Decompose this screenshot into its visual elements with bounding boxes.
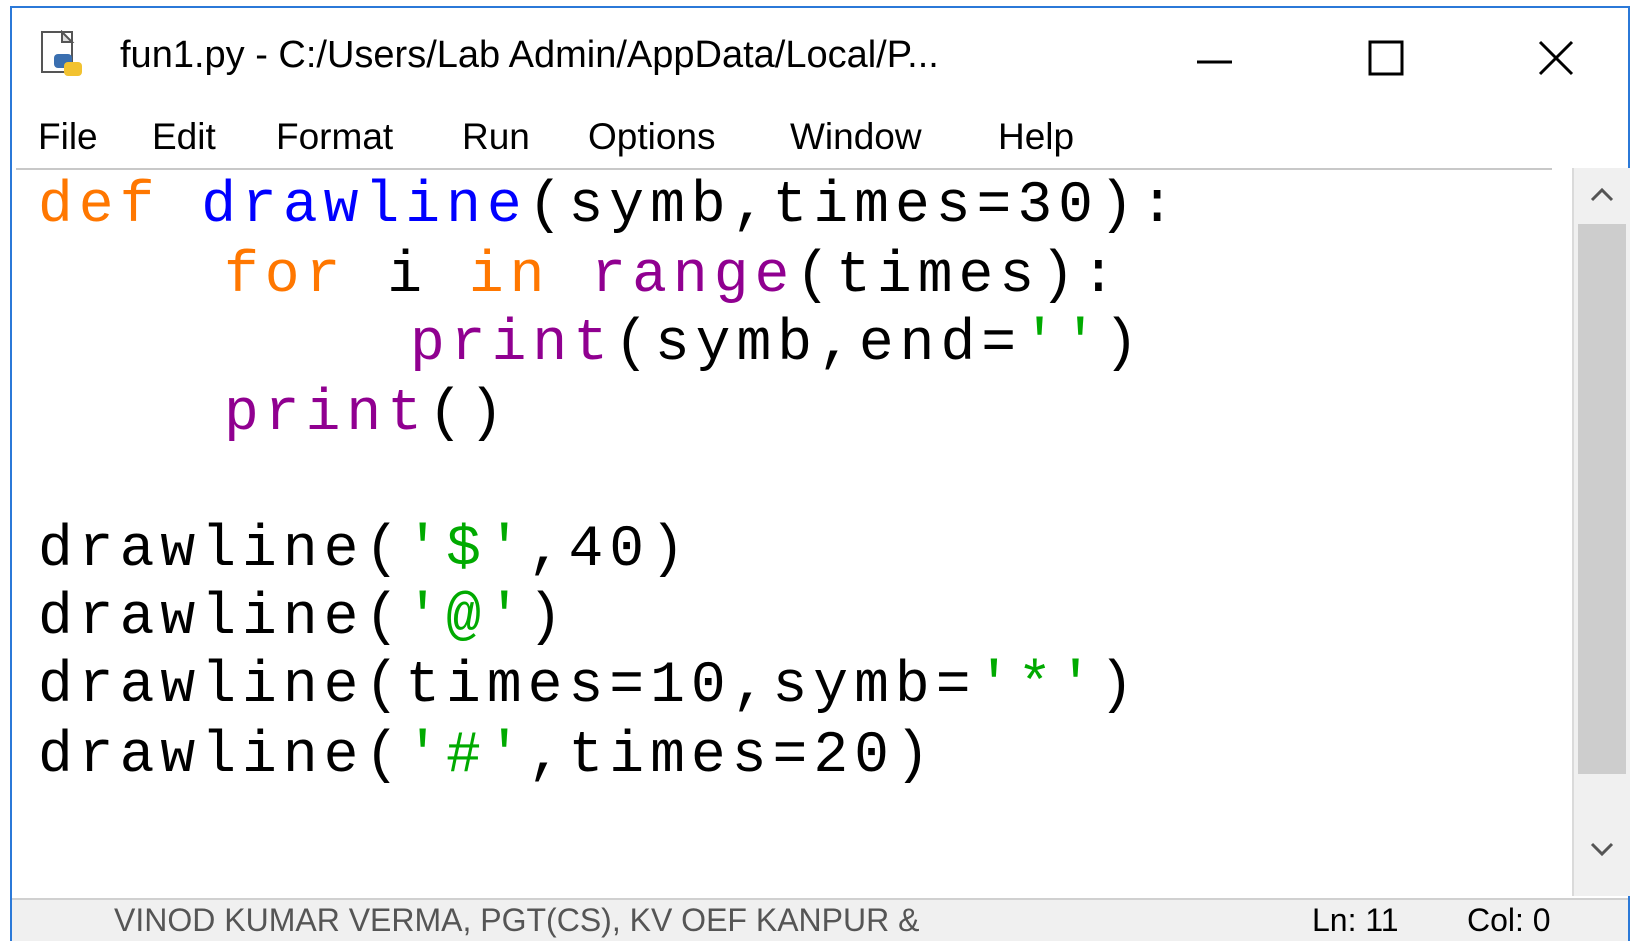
string-literal: '#' xyxy=(405,724,528,789)
line-number-indicator: Ln: 11 xyxy=(1312,902,1399,938)
menu-file[interactable]: File xyxy=(38,116,98,158)
string-literal: '$' xyxy=(405,518,528,583)
code-text: (symb,times=30): xyxy=(527,174,1181,239)
string-literal: '*' xyxy=(976,654,1099,719)
idle-editor-window: fun1.py - C:/Users/Lab Admin/AppData/Loc… xyxy=(10,6,1630,941)
title-bar[interactable]: fun1.py - C:/Users/Lab Admin/AppData/Loc… xyxy=(12,8,1628,103)
menu-options[interactable]: Options xyxy=(588,116,716,158)
code-text: (symb,end= xyxy=(614,312,1023,377)
maximize-button[interactable] xyxy=(1342,28,1432,88)
keyword-for: for xyxy=(224,244,347,309)
code-text: ) xyxy=(1098,654,1140,719)
menu-bar: File Edit Format Run Options Window Help xyxy=(12,108,1628,168)
minimize-button[interactable] xyxy=(1172,28,1262,88)
column-number-indicator: Col: 0 xyxy=(1467,902,1551,938)
scroll-thumb[interactable] xyxy=(1578,224,1626,774)
code-text: drawline( xyxy=(38,724,406,789)
builtin-print: print xyxy=(410,312,615,377)
code-line-7: drawline('@') xyxy=(38,586,569,651)
keyword-in: in xyxy=(468,244,551,309)
builtin-print: print xyxy=(224,382,429,447)
builtin-range: range xyxy=(591,244,796,309)
scroll-up-icon[interactable] xyxy=(1586,182,1618,206)
python-file-icon xyxy=(40,29,88,82)
code-text: i xyxy=(346,244,469,309)
code-text: drawline( xyxy=(38,518,406,583)
code-text: ,40) xyxy=(527,518,691,583)
menu-run[interactable]: Run xyxy=(462,116,530,158)
code-text: drawline( xyxy=(38,586,406,651)
menu-help[interactable]: Help xyxy=(998,116,1074,158)
code-text: () xyxy=(428,382,510,447)
code-line-4: print() xyxy=(224,382,510,447)
keyword-def: def xyxy=(38,174,161,239)
window-title: fun1.py - C:/Users/Lab Admin/AppData/Loc… xyxy=(120,34,939,76)
code-editor[interactable]: def drawline(symb,times=30): for i in ra… xyxy=(16,168,1552,898)
status-bar: VINOD KUMAR VERMA, PGT(CS), KV OEF KANPU… xyxy=(12,898,1628,941)
string-literal: '@' xyxy=(405,586,528,651)
vertical-scrollbar[interactable] xyxy=(1572,168,1630,896)
code-text: ) xyxy=(1103,312,1145,377)
code-line-9: drawline('#',times=20) xyxy=(38,724,936,789)
code-line-8: drawline(times=10,symb='*') xyxy=(38,654,1140,719)
code-text: ) xyxy=(527,586,569,651)
code-line-2: for i in range(times): xyxy=(224,244,1122,309)
code-text: drawline(times=10,symb= xyxy=(38,654,977,719)
footer-credit: VINOD KUMAR VERMA, PGT(CS), KV OEF KANPU… xyxy=(114,902,920,938)
code-line-3: print(symb,end='') xyxy=(410,312,1145,377)
string-literal: '' xyxy=(1022,312,1104,377)
menu-edit[interactable]: Edit xyxy=(152,116,216,158)
code-line-6: drawline('$',40) xyxy=(38,518,691,583)
menu-format[interactable]: Format xyxy=(276,116,393,158)
code-text: ,times=20) xyxy=(527,724,936,789)
code-text: (times): xyxy=(795,244,1122,309)
menu-window[interactable]: Window xyxy=(790,116,922,158)
code-line-1: def drawline(symb,times=30): xyxy=(38,174,1181,239)
close-button[interactable] xyxy=(1512,28,1602,88)
scroll-down-icon[interactable] xyxy=(1586,838,1618,862)
function-name: drawline xyxy=(201,174,528,239)
